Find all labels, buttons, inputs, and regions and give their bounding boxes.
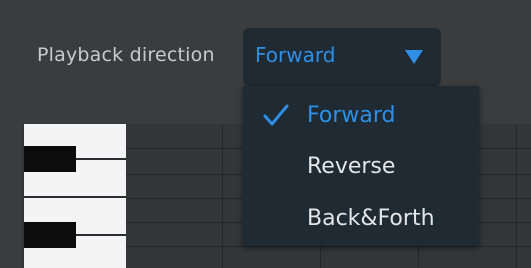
playback-direction-value: Forward [255, 43, 336, 67]
black-key[interactable] [24, 146, 76, 172]
menu-item-back-and-forth[interactable]: Back&Forth [243, 193, 479, 243]
grid-line [126, 246, 531, 247]
white-key-divider [76, 158, 126, 160]
black-key[interactable] [24, 222, 76, 248]
menu-item-label: Back&Forth [307, 206, 435, 231]
playback-direction-dropdown[interactable]: Forward [243, 28, 441, 86]
white-key-divider [76, 234, 126, 236]
triangle-down-icon [405, 50, 423, 64]
playback-settings-panel: Playback direction Forward Forward Rever… [0, 0, 531, 268]
playback-direction-menu: Forward Reverse Back&Forth [243, 86, 479, 246]
menu-item-forward[interactable]: Forward [243, 90, 479, 140]
menu-item-reverse[interactable]: Reverse [243, 141, 479, 191]
piano-keyboard[interactable] [24, 124, 126, 268]
white-key-divider [24, 196, 126, 198]
menu-item-label: Reverse [307, 154, 396, 179]
grid-line [516, 124, 517, 268]
playback-direction-label: Playback direction [37, 44, 215, 66]
grid-line [222, 124, 223, 268]
menu-item-label: Forward [307, 103, 396, 128]
check-icon [263, 104, 289, 126]
